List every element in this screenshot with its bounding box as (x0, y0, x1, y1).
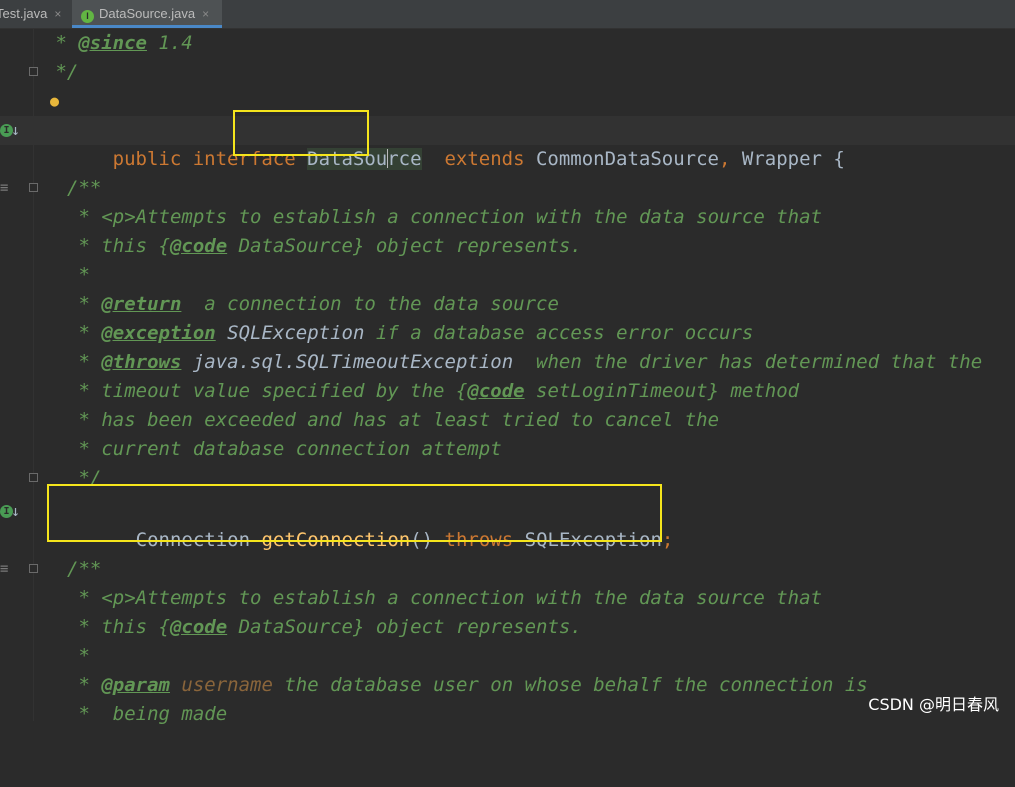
tab-label: Test.java (0, 6, 48, 21)
arrow-down-icon[interactable]: ↓ (11, 497, 20, 526)
comment-text: if a database access error occurs (364, 322, 754, 344)
exception-reference: java.sql.SQLTimeoutException (181, 351, 514, 373)
comment-text: a connection to the data source (181, 293, 559, 315)
close-icon[interactable]: × (54, 7, 61, 21)
comment-text: * (67, 293, 102, 315)
javadoc-tag: @since (78, 32, 147, 54)
code-line: * @throws java.sql.SQLTimeoutException w… (0, 348, 1015, 377)
code-line: * @param username the database user on w… (0, 671, 1015, 700)
keyword: extends (444, 148, 525, 170)
code-line-interface-declaration: I ↓ public interface DataSource extends … (0, 116, 1015, 170)
comment-text: * (67, 322, 102, 344)
code-line: ≡ /** (0, 555, 1015, 584)
comment-text: setLoginTimeout} method (524, 380, 800, 402)
fold-icon[interactable] (29, 564, 38, 573)
javadoc-tag: @throws (101, 351, 182, 373)
exception-reference: SQLException (215, 322, 365, 344)
editor-tab-bar: Test.java × I DataSource.java × (0, 0, 1015, 29)
comment-text: * current database connection attempt (67, 438, 502, 460)
comment-text: /** (67, 177, 102, 199)
javadoc-tag: @code (169, 235, 228, 257)
arrow-down-icon[interactable]: ↓ (11, 116, 20, 145)
watermark: CSDN @明日春风 (868, 695, 999, 714)
code-line: * timeout value specified by the {@code … (0, 377, 1015, 406)
close-icon[interactable]: × (202, 7, 209, 21)
comment-text: DataSource} object represents. (227, 235, 582, 257)
code-line: * this {@code DataSource} object represe… (0, 232, 1015, 261)
comment-text: * <p>Attempts to establish a connection … (67, 587, 822, 609)
semicolon: ; (661, 529, 674, 551)
comment-text: 1.4 (146, 32, 193, 54)
javadoc-tag: @return (101, 293, 182, 315)
code-line: * this {@code DataSource} object represe… (0, 613, 1015, 642)
lightbulb-icon[interactable]: ● (50, 87, 59, 116)
comment-text: when the driver has determined that the (513, 351, 983, 373)
interface-file-icon: I (81, 10, 94, 23)
tab-label: DataSource.java (99, 6, 196, 21)
comment-text: * (67, 674, 102, 696)
comment-text: * this { (67, 616, 170, 638)
comment-text: * has been exceeded and has at least tri… (67, 409, 720, 431)
comment-text: */ (44, 61, 79, 83)
javadoc-tag: @exception (101, 322, 216, 344)
javadoc-tag: @param (101, 674, 170, 696)
highlight-box-method-declaration (47, 484, 662, 542)
comma: , (719, 148, 731, 170)
code-line: * <p>Attempts to establish a connection … (0, 203, 1015, 232)
comment-text: DataSource} object represents. (227, 616, 582, 638)
fold-icon[interactable] (29, 67, 38, 76)
code-line: ● (0, 87, 1015, 116)
fold-icon[interactable] (29, 183, 38, 192)
comment-text: * (44, 32, 79, 54)
identifier: CommonDataSource (535, 148, 719, 170)
fold-icon[interactable] (29, 473, 38, 482)
code-line: * <p>Attempts to establish a connection … (0, 584, 1015, 613)
code-line: * @return a connection to the data sourc… (0, 290, 1015, 319)
code-line: * being made (0, 700, 1015, 729)
code-line: ≡ /** (0, 174, 1015, 203)
javadoc-tag: @code (467, 380, 525, 402)
javadoc-tag: @code (169, 616, 228, 638)
code-line: * @exception SQLException if a database … (0, 319, 1015, 348)
highlight-box-interface-name (233, 110, 369, 156)
comment-text: * (67, 351, 102, 373)
code-line: * (0, 261, 1015, 290)
code-editor[interactable]: * @since 1.4 */ ● I ↓ public interface D… (0, 29, 1015, 725)
code-line: * has been exceeded and has at least tri… (0, 406, 1015, 435)
comment-text: * <p>Attempts to establish a connection … (67, 206, 822, 228)
code-line: * current database connection attempt (0, 435, 1015, 464)
rendered-doc-icon[interactable]: ≡ (0, 555, 8, 584)
comment-text: /** (67, 558, 102, 580)
code-line: * @since 1.4 (0, 29, 1015, 58)
keyword: public (112, 148, 182, 170)
comment-text: * this { (67, 235, 170, 257)
comment-text: * being made (67, 703, 228, 725)
code-line: */ (0, 58, 1015, 87)
comment-text: * (67, 645, 90, 667)
comment-text: the database user on whose behalf the co… (272, 674, 868, 696)
tab-test-java[interactable]: Test.java × (0, 0, 68, 28)
comment-text: * timeout value specified by the { (67, 380, 468, 402)
rendered-doc-icon[interactable]: ≡ (0, 174, 8, 203)
param-name: username (169, 674, 273, 696)
tab-datasource-java[interactable]: I DataSource.java × (72, 0, 222, 28)
identifier: Wrapper { (741, 148, 845, 170)
code-line: * (0, 642, 1015, 671)
comment-text: * (67, 264, 90, 286)
